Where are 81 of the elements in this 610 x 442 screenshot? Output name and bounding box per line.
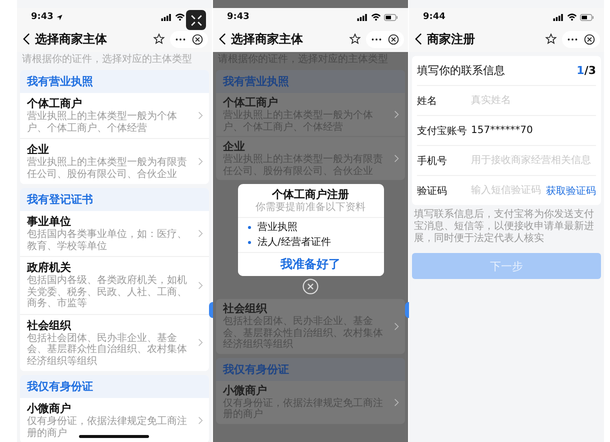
item-description: 包括国内各类事业单位，如：医疗、教育、学校等单位 xyxy=(27,229,188,252)
list-item[interactable]: 个体工商户 营业执照上的主体类型一般为个体户、个体工商户、个体经营 xyxy=(20,93,209,139)
back-icon[interactable] xyxy=(23,33,30,45)
item-title: 事业单位 xyxy=(27,215,72,228)
field-label: 验证码 xyxy=(417,184,448,198)
section-header: 我有登记证书 xyxy=(20,188,209,211)
section-header: 我有营业执照 xyxy=(20,70,209,93)
chevron-icon xyxy=(198,416,203,425)
chevron-icon xyxy=(198,280,203,290)
wifi-icon xyxy=(371,13,381,21)
item-description: 仅有身份证，依据法律规定免工商注册的商户 xyxy=(27,416,188,439)
star-icon[interactable] xyxy=(349,33,361,45)
star-icon[interactable] xyxy=(153,33,165,45)
page-title: 商家注册 xyxy=(427,30,475,48)
section-header: 我仅有身份证 xyxy=(216,358,405,380)
list-item[interactable]: 企业 营业执照上的主体类型一般为有限责任公司、股份有限公司、合伙企业 xyxy=(20,139,209,184)
chevron-icon xyxy=(394,398,399,406)
list-item[interactable]: 政府机关 包括国内各级、各类政府机关，如机关党委、税务、民政、人社、工商、商务、市监等 xyxy=(20,257,209,314)
item-description: 营业执照上的主体类型一般为个体户、个体工商户、个体经营 xyxy=(27,111,178,134)
signal-icon xyxy=(161,14,172,20)
close-icon[interactable] xyxy=(584,34,595,44)
item-description: 包括社会团体、民办非企业、基金会、基层群众性自治组织、农村集体经济组织等组织 xyxy=(27,332,188,367)
item-title: 小微商户 xyxy=(223,384,268,398)
star-icon[interactable] xyxy=(545,33,557,45)
item-title: 政府机关 xyxy=(27,261,72,274)
item-title: 企业 xyxy=(223,140,246,154)
instruction-text: 请根据你的证件，选择对应的主体类型 xyxy=(21,52,193,66)
list-item[interactable]: 事业单位 包括国内各类事业单位，如：医疗、教育、学校等单位 xyxy=(20,211,209,257)
dialog-title: 个体工商户注册 xyxy=(270,188,350,202)
wifi-icon xyxy=(175,13,185,21)
battery-icon xyxy=(384,14,398,20)
expand-button[interactable] xyxy=(186,10,206,30)
back-icon[interactable] xyxy=(415,33,422,45)
status-time: 9:44 xyxy=(423,12,446,22)
notice-text: 填写联系信息后，支付宝将为你发送支付宝消息、短信等，以便接收申请单最新进展，同时便于法定代表人核实 xyxy=(413,209,595,245)
page-title: 选择商家主体 xyxy=(231,30,303,48)
field-label: 姓名 xyxy=(417,94,438,108)
chevron-icon xyxy=(394,322,399,331)
input-field[interactable]: 157******70 xyxy=(471,125,596,136)
step-counter: 1/3 xyxy=(576,64,596,77)
item-description: 营业执照上的主体类型一般为有限责任公司、股份有限公司、合伙企业 xyxy=(27,157,188,180)
chevron-icon xyxy=(198,111,203,120)
material-item: 营业执照 xyxy=(258,220,298,235)
item-title: 个体工商户 xyxy=(223,96,279,110)
page-title: 选择商家主体 xyxy=(35,30,107,48)
signal-icon xyxy=(357,14,368,20)
field-label: 支付宝账号 xyxy=(417,124,468,138)
bullet-icon xyxy=(248,241,250,244)
status-time: 9:43 xyxy=(31,12,54,22)
bullet-icon xyxy=(248,226,250,229)
form-heading: 填写你的联系信息 xyxy=(417,63,505,78)
item-title: 小微商户 xyxy=(27,402,72,416)
wifi-icon xyxy=(567,13,577,21)
item-description: 包括国内各级、各类政府机关，如机关党委、税务、民政、人社、工商、商务、市监等 xyxy=(27,275,188,310)
expand-icon xyxy=(190,14,202,26)
item-title: 企业 xyxy=(27,143,50,156)
back-icon[interactable] xyxy=(219,33,226,45)
status-time: 9:43 xyxy=(227,12,250,22)
item-title: 社会组织 xyxy=(223,302,268,316)
chevron-icon xyxy=(198,229,203,238)
battery-icon xyxy=(580,14,594,20)
chevron-icon xyxy=(198,157,203,166)
chevron-icon xyxy=(394,154,399,163)
material-item: 法人/经营者证件 xyxy=(258,236,331,250)
close-icon[interactable] xyxy=(192,34,203,44)
list-item[interactable]: 社会组织 包括社会团体、民办非企业、基金会、基层群众性自治组织、农村集体经济组织等组织 xyxy=(20,314,209,371)
get-code-link[interactable]: 获取验证码 xyxy=(546,184,596,198)
item-title: 个体工商户 xyxy=(27,97,83,110)
more-icon[interactable] xyxy=(175,38,186,40)
section-header: 我有营业执照 xyxy=(216,70,405,93)
dialog-subtitle: 你需要提前准备以下资料 xyxy=(254,202,366,214)
chevron-icon xyxy=(394,110,399,119)
item-title: 社会组织 xyxy=(27,318,72,332)
close-icon[interactable] xyxy=(388,34,399,44)
chevron-icon xyxy=(198,338,203,348)
list-item[interactable]: 小微商户 仅有身份证，依据法律规定免工商注册的商户 xyxy=(20,398,209,442)
section-header: 我仅有身份证 xyxy=(20,375,209,398)
more-icon[interactable] xyxy=(567,38,578,40)
field-label: 手机号 xyxy=(417,154,448,168)
more-icon[interactable] xyxy=(371,38,382,40)
signal-icon xyxy=(553,14,564,20)
